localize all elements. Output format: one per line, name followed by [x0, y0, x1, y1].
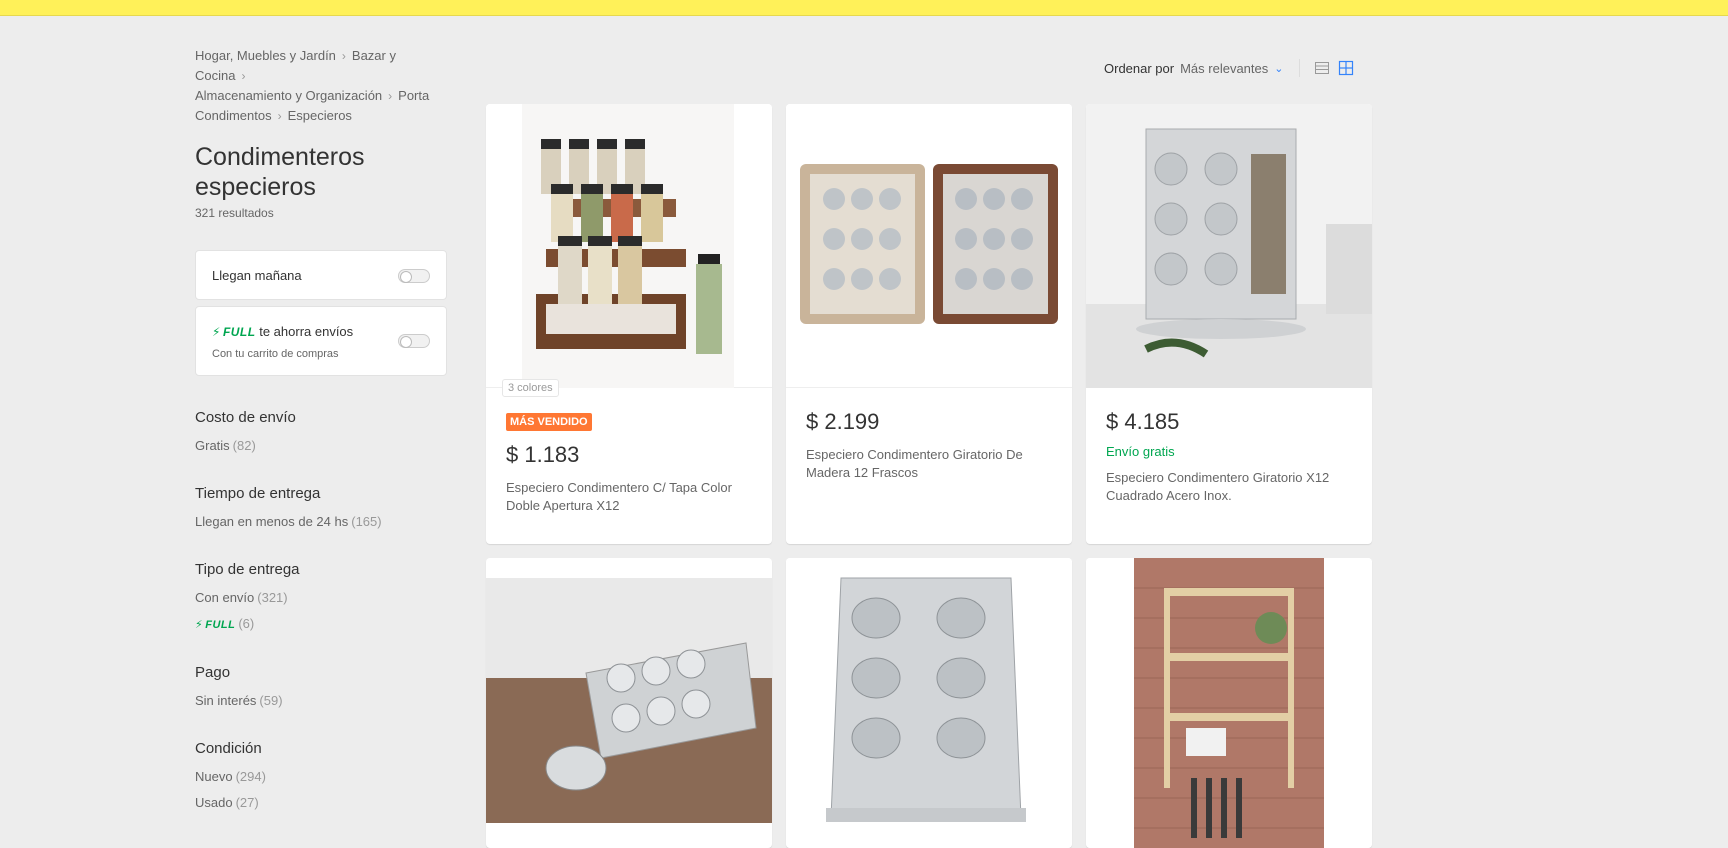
full-text: te ahorra envíos — [259, 324, 354, 339]
product-title[interactable]: Especiero Condimentero C/ Tapa Color Dob… — [506, 479, 752, 515]
wall-shelf-image — [1086, 558, 1372, 848]
steel-spice-rack-image — [1086, 104, 1372, 388]
filter-payment: Pago Sin interés (59) — [195, 663, 447, 709]
filter-delivery-type: Tipo de entrega Con envío (321) ⚡ FULL (6) — [195, 560, 447, 633]
product-card[interactable] — [1086, 558, 1372, 848]
filter-option-full[interactable]: ⚡ FULL (6) — [195, 616, 447, 633]
breadcrumb-item[interactable]: Hogar, Muebles y Jardín — [195, 48, 336, 63]
full-toggle[interactable] — [398, 334, 430, 348]
list-view-icon[interactable] — [1314, 60, 1330, 76]
sort-dropdown[interactable]: Más relevantes — [1180, 61, 1268, 76]
filter-delivery-time: Tiempo de entrega Llegan en menos de 24 … — [195, 484, 447, 530]
full-label: ⚡ FULL te ahorra envíos — [212, 324, 353, 339]
tomorrow-filter-box: Llegan mañana — [195, 250, 447, 300]
tomorrow-label: Llegan mañana — [212, 268, 302, 283]
product-price: $ 4.185 — [1106, 409, 1180, 434]
full-logo: ⚡ FULL — [212, 325, 256, 339]
product-image[interactable] — [486, 104, 772, 388]
chevron-right-icon: › — [241, 69, 246, 83]
filter-option[interactable]: Sin interés (59) — [195, 693, 447, 709]
sort-bar: Ordenar por Más relevantes ⌄ — [1104, 58, 1362, 78]
filter-title: Tipo de entrega — [195, 561, 300, 578]
filter-condition: Condición Nuevo (294) Usado (27) — [195, 739, 447, 811]
spice-rack-image — [522, 104, 734, 388]
product-card[interactable]: $ 2.199 Especiero Condimentero Giratorio… — [786, 104, 1072, 544]
breadcrumb-item[interactable]: Especieros — [288, 108, 352, 123]
product-image[interactable] — [1086, 104, 1372, 388]
product-price: $ 2.199 — [806, 409, 880, 434]
magnetic-spice-tins-image — [486, 578, 772, 823]
product-grid: 3 colores MÁS VENDIDO $ 1.183 Especiero … — [486, 104, 1372, 848]
product-price: $ 1.183 — [506, 442, 580, 467]
chevron-right-icon: › — [388, 89, 393, 103]
breadcrumb: Hogar, Muebles y Jardín › Bazar y Cocina › … — [195, 46, 447, 126]
chevron-down-icon[interactable]: ⌄ — [1274, 62, 1283, 75]
bolt-icon: ⚡ — [212, 325, 221, 339]
filter-option[interactable]: Llegan en menos de 24 hs (165) — [195, 514, 447, 530]
filter-option[interactable]: Gratis (82) — [195, 438, 447, 454]
chevron-right-icon: › — [341, 49, 346, 63]
filter-title: Condición — [195, 740, 262, 757]
product-card[interactable] — [786, 558, 1072, 848]
chevron-right-icon: › — [277, 109, 282, 123]
product-card[interactable] — [486, 558, 772, 848]
product-card[interactable]: 3 colores MÁS VENDIDO $ 1.183 Especiero … — [486, 104, 772, 544]
product-title[interactable]: Especiero Condimentero Giratorio X12 Cua… — [1106, 469, 1352, 505]
product-title[interactable]: Especiero Condimentero Giratorio De Made… — [806, 446, 1052, 482]
full-filter-box: ⚡ FULL te ahorra envíos Con tu carrito de… — [195, 306, 447, 376]
sort-label: Ordenar por — [1104, 60, 1175, 76]
bolt-icon: ⚡ — [195, 619, 204, 631]
tomorrow-toggle[interactable] — [398, 269, 430, 283]
full-sub: Con tu carrito de compras — [212, 348, 339, 360]
free-shipping-label: Envío gratis — [1106, 444, 1175, 459]
filter-option[interactable]: Con envío (321) — [195, 590, 447, 606]
results-count: 321 resultados — [195, 206, 274, 220]
filter-title: Tiempo de entrega — [195, 485, 321, 502]
filter-option[interactable]: Nuevo (294) — [195, 769, 447, 785]
filter-shipping-cost: Costo de envío Gratis (82) — [195, 408, 447, 454]
filters-sidebar: Hogar, Muebles y Jardín › Bazar y Cocina › … — [195, 46, 447, 811]
divider — [1299, 59, 1301, 77]
breadcrumb-item[interactable]: Almacenamiento y Organización — [195, 88, 382, 103]
filter-title: Pago — [195, 664, 231, 681]
header-bar — [0, 0, 1728, 16]
filter-option[interactable]: Usado (27) — [195, 795, 447, 811]
best-seller-badge: MÁS VENDIDO — [506, 413, 592, 431]
page-title: Condimenteros especieros — [195, 143, 365, 201]
product-card[interactable]: $ 4.185 Envío gratis Especiero Condiment… — [1086, 104, 1372, 544]
wooden-spice-rack-image — [800, 164, 1058, 324]
product-image[interactable] — [786, 104, 1072, 388]
rotating-steel-rack-image — [786, 558, 1072, 848]
filter-title: Costo de envío — [195, 409, 296, 426]
grid-view-icon[interactable] — [1338, 60, 1354, 76]
colors-badge: 3 colores — [502, 379, 559, 397]
